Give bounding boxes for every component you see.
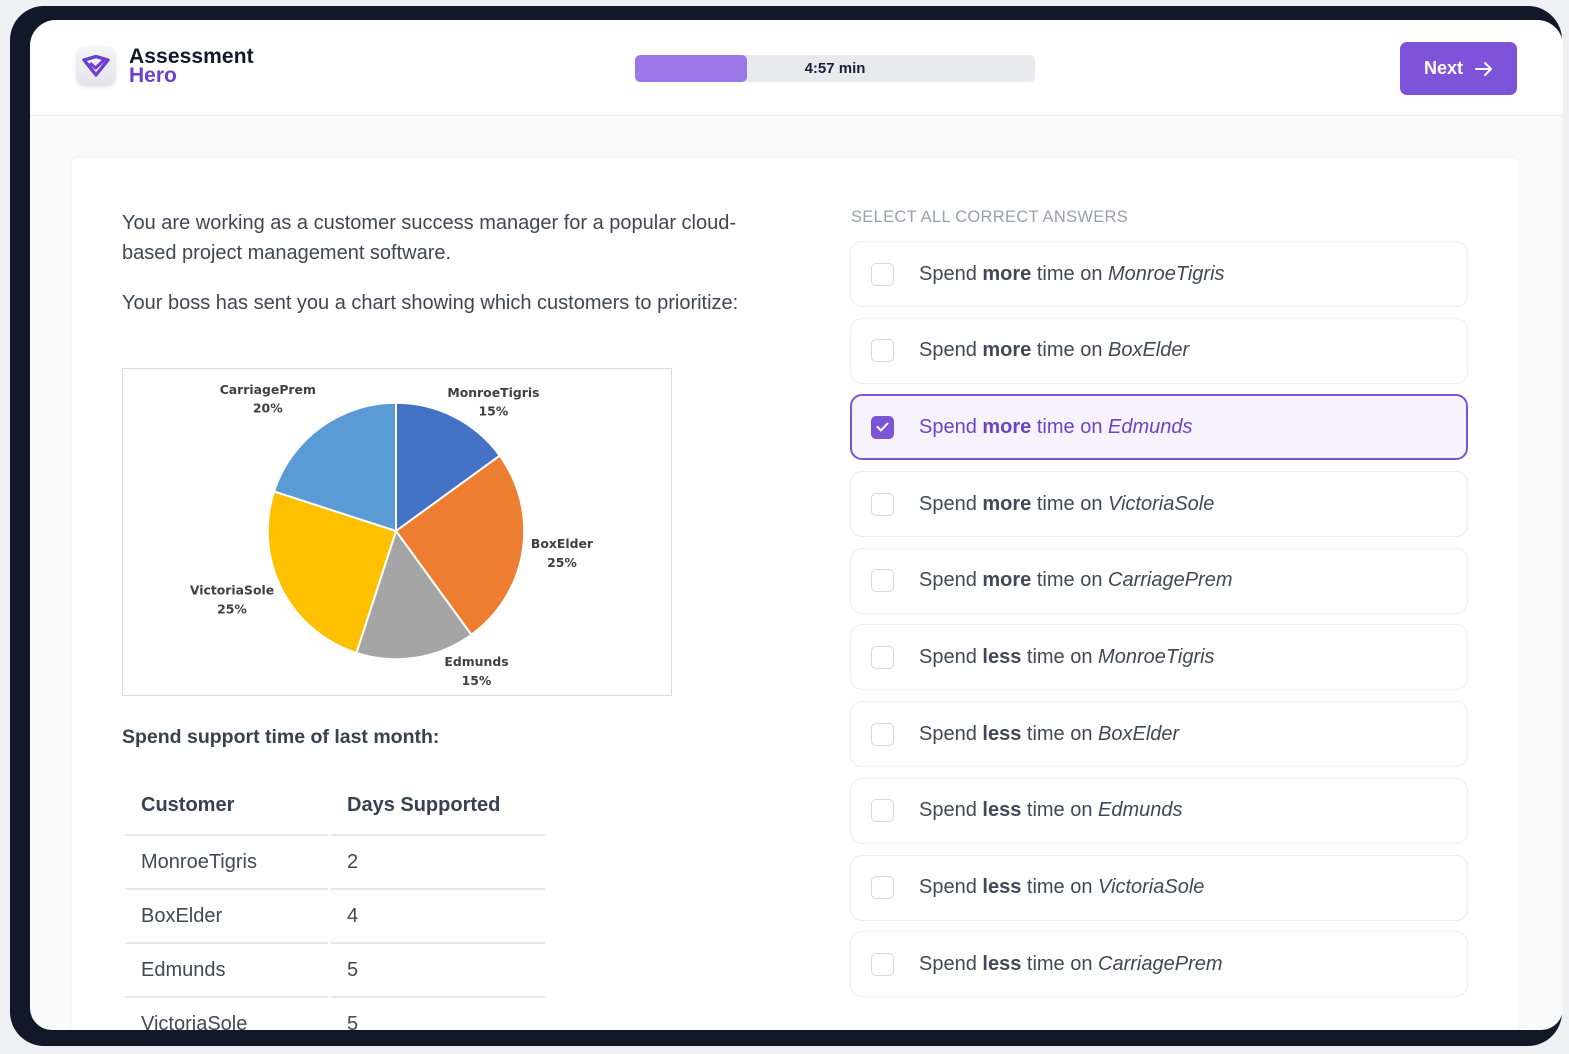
pie-label-name: BoxElder — [531, 536, 594, 551]
answer-option[interactable]: Spend more time on VictoriaSole — [850, 471, 1468, 538]
answer-checkbox[interactable] — [871, 952, 894, 976]
answer-customer: CarriagePrem — [1108, 569, 1233, 592]
answer-option[interactable]: Spend more time on MonroeTigris — [850, 241, 1468, 307]
answer-verb: less — [982, 722, 1022, 745]
column-header-days: Days Supported — [331, 780, 545, 836]
device-frame: Assessment Hero 4:57 min Next You are wo… — [10, 6, 1563, 1046]
top-bar: Assessment Hero 4:57 min Next — [30, 20, 1563, 116]
answer-option-text: Spend more time on BoxElder — [919, 339, 1190, 362]
pie-label-name: VictoriaSole — [190, 583, 274, 598]
table-title: Spend support time of last month: — [122, 726, 440, 748]
cell-days: 5 — [331, 944, 545, 998]
answer-customer: BoxElder — [1108, 339, 1190, 362]
pie-label-name: Edmunds — [444, 654, 508, 669]
answers-instruction: SELECT ALL CORRECT ANSWERS — [851, 208, 1129, 226]
cell-customer: Edmunds — [125, 944, 328, 998]
table-row: VictoriaSole 5 — [125, 998, 545, 1031]
arrow-right-icon — [1475, 61, 1492, 76]
answer-checkbox[interactable] — [871, 799, 894, 823]
cell-days: 2 — [331, 836, 545, 890]
question-card: You are working as a customer success ma… — [72, 158, 1518, 1030]
answer-option-text: Spend more time on MonroeTigris — [919, 262, 1225, 285]
pie-chart-svg: MonroeTigris 15% BoxElder 25% Edmunds 15% Vict… — [190, 382, 594, 688]
answer-customer: VictoriaSole — [1108, 492, 1215, 515]
answer-option-text: Spend less time on VictoriaSole — [919, 876, 1205, 898]
answer-options-list: Spend more time on MonroeTigris Spend mor… — [850, 241, 1470, 998]
answer-checkbox[interactable] — [871, 415, 894, 439]
answer-checkbox[interactable] — [871, 262, 894, 286]
column-header-customer: Customer — [125, 780, 328, 836]
answer-option-text: Spend less time on Edmunds — [919, 799, 1183, 822]
cell-customer: MonroeTigris — [125, 836, 328, 890]
answer-verb: more — [982, 569, 1032, 592]
pie-label-name: CarriagePrem — [220, 382, 316, 397]
answer-option-text: Spend more time on CarriagePrem — [919, 569, 1233, 592]
answer-checkbox[interactable] — [871, 569, 894, 593]
answers-panel: SELECT ALL CORRECT ANSWERS Spend more ti… — [850, 208, 1470, 1008]
answer-option-text: Spend more time on Edmunds — [919, 415, 1193, 438]
pie-label-percent: 15% — [462, 673, 492, 688]
support-time-table: Customer Days Supported MonroeTigris 2 B… — [122, 780, 548, 1030]
answer-option[interactable]: Spend less time on BoxElder — [850, 701, 1468, 768]
table-header-row: Customer Days Supported — [125, 780, 545, 836]
app-screen: Assessment Hero 4:57 min Next You are wo… — [30, 20, 1563, 1030]
answer-option-text: Spend less time on BoxElder — [919, 722, 1180, 745]
checkmark-icon — [876, 422, 889, 432]
cell-days: 4 — [331, 890, 545, 944]
answer-customer: MonroeTigris — [1098, 645, 1215, 668]
answer-option[interactable]: Spend less time on CarriagePrem — [850, 931, 1468, 998]
answer-verb: more — [982, 262, 1032, 285]
answer-verb: more — [982, 492, 1032, 515]
answer-checkbox[interactable] — [871, 339, 894, 363]
next-button-label: Next — [1423, 58, 1463, 78]
answer-verb: less — [982, 645, 1022, 668]
question-paragraph-2: Your boss has sent you a chart showing w… — [122, 292, 739, 314]
answer-verb: more — [982, 415, 1032, 438]
timer-progress-bar: 4:57 min — [635, 55, 1035, 82]
answer-checkbox[interactable] — [871, 492, 894, 516]
logo[interactable]: Assessment Hero — [76, 46, 254, 86]
answer-customer: Edmunds — [1108, 415, 1193, 438]
answer-verb: less — [982, 876, 1022, 898]
table-row: BoxElder 4 — [125, 890, 545, 944]
question-panel: You are working as a customer success ma… — [122, 208, 742, 338]
answer-checkbox[interactable] — [871, 876, 894, 899]
logo-subtitle: Hero — [129, 64, 177, 87]
next-button[interactable]: Next — [1400, 42, 1517, 95]
pie-label-percent: 25% — [547, 555, 577, 570]
answer-option[interactable]: Spend more time on CarriagePrem — [850, 547, 1468, 614]
answer-verb: less — [982, 799, 1022, 822]
table-row: Edmunds 5 — [125, 944, 545, 998]
answer-customer: CarriagePrem — [1098, 952, 1223, 975]
answer-customer: BoxElder — [1098, 722, 1180, 745]
answer-verb: less — [982, 952, 1022, 975]
pie-label-percent: 20% — [253, 401, 283, 416]
answer-option-text: Spend more time on VictoriaSole — [919, 492, 1215, 515]
pie-label-name: MonroeTigris — [447, 385, 539, 400]
answer-customer: MonroeTigris — [1108, 262, 1225, 285]
pie-label-percent: 25% — [217, 602, 247, 617]
cell-customer: BoxElder — [125, 890, 328, 944]
answer-option[interactable]: Spend less time on VictoriaSole — [850, 854, 1468, 921]
answer-option[interactable]: Spend more time on Edmunds — [850, 394, 1468, 461]
answer-option-text: Spend less time on CarriagePrem — [919, 952, 1223, 975]
table-row: MonroeTigris 2 — [125, 836, 545, 890]
question-paragraph-1: You are working as a customer success ma… — [122, 212, 737, 264]
answer-option[interactable]: Spend more time on BoxElder — [850, 317, 1468, 384]
answer-verb: more — [982, 339, 1032, 362]
timer-text: 4:57 min — [804, 60, 866, 77]
cell-days: 5 — [331, 998, 545, 1031]
answer-option[interactable]: Spend less time on Edmunds — [850, 777, 1468, 844]
answer-option-text: Spend less time on MonroeTigris — [919, 645, 1215, 668]
pie-chart: MonroeTigris 15% BoxElder 25% Edmunds 15% Vict… — [122, 368, 672, 696]
answer-option[interactable]: Spend less time on MonroeTigris — [850, 624, 1468, 691]
answer-checkbox[interactable] — [871, 645, 894, 669]
answer-checkbox[interactable] — [871, 722, 894, 746]
answer-customer: VictoriaSole — [1098, 876, 1205, 898]
shield-check-icon — [76, 46, 116, 86]
cell-customer: VictoriaSole — [125, 998, 328, 1031]
pie-label-percent: 15% — [479, 404, 509, 419]
answer-customer: Edmunds — [1098, 799, 1183, 822]
